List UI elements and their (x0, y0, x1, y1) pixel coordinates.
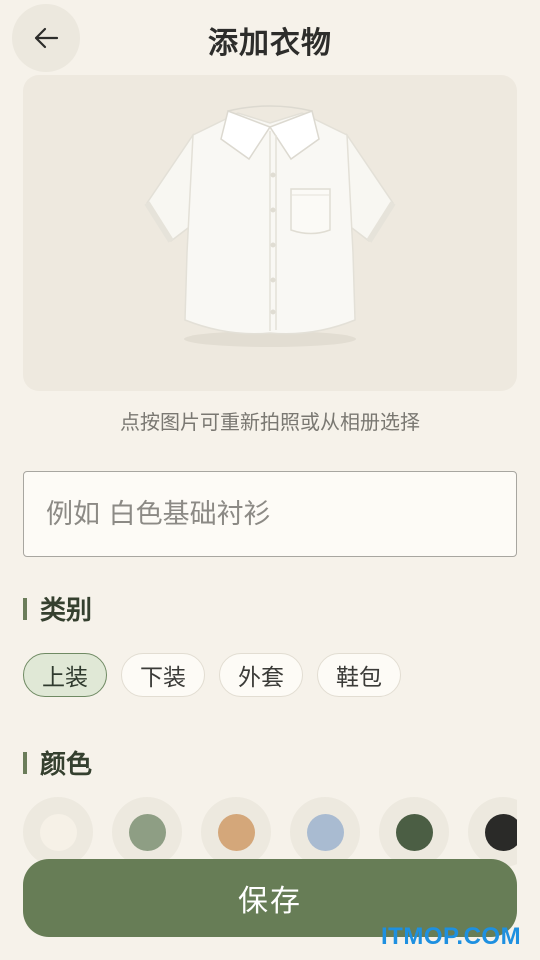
page-title: 添加衣物 (208, 26, 332, 61)
category-chip-bottoms[interactable]: 下装 (121, 653, 205, 697)
swatch-dot (39, 813, 77, 851)
category-chip-outerwear[interactable]: 外套 (219, 653, 303, 697)
color-title: 颜色 (40, 750, 93, 780)
watermark: ITMOP.COM (381, 923, 522, 950)
header: 添加衣物 (0, 0, 540, 76)
color-swatch-light-blue[interactable] (290, 797, 360, 867)
swatch-dot (128, 813, 166, 851)
color-section-title: 颜色 (23, 744, 92, 781)
swatch-dot (217, 813, 255, 851)
category-chip-group: 上装 下装 外套 鞋包 (23, 653, 401, 697)
color-swatch-cream[interactable] (23, 797, 93, 867)
category-chip-tops[interactable]: 上装 (23, 653, 107, 697)
category-title: 类别 (40, 596, 93, 626)
color-swatch-sage[interactable] (112, 797, 182, 867)
clothing-photo[interactable] (23, 75, 517, 391)
section-accent-bar (23, 751, 27, 774)
swatch-dot (484, 813, 517, 851)
color-swatch-tan[interactable] (201, 797, 271, 867)
section-accent-bar (23, 597, 27, 620)
category-chip-shoes-bags[interactable]: 鞋包 (317, 653, 401, 697)
photo-hint: 点按图片可重新拍照或从相册选择 (120, 410, 420, 434)
clothing-name-input[interactable] (23, 471, 517, 557)
color-swatch-black[interactable] (468, 797, 517, 867)
swatch-dot (306, 813, 344, 851)
color-swatch-dark-green[interactable] (379, 797, 449, 867)
category-section-title: 类别 (23, 590, 92, 627)
color-swatch-row (23, 797, 517, 867)
shirt-image (144, 105, 396, 347)
swatch-dot (395, 813, 433, 851)
